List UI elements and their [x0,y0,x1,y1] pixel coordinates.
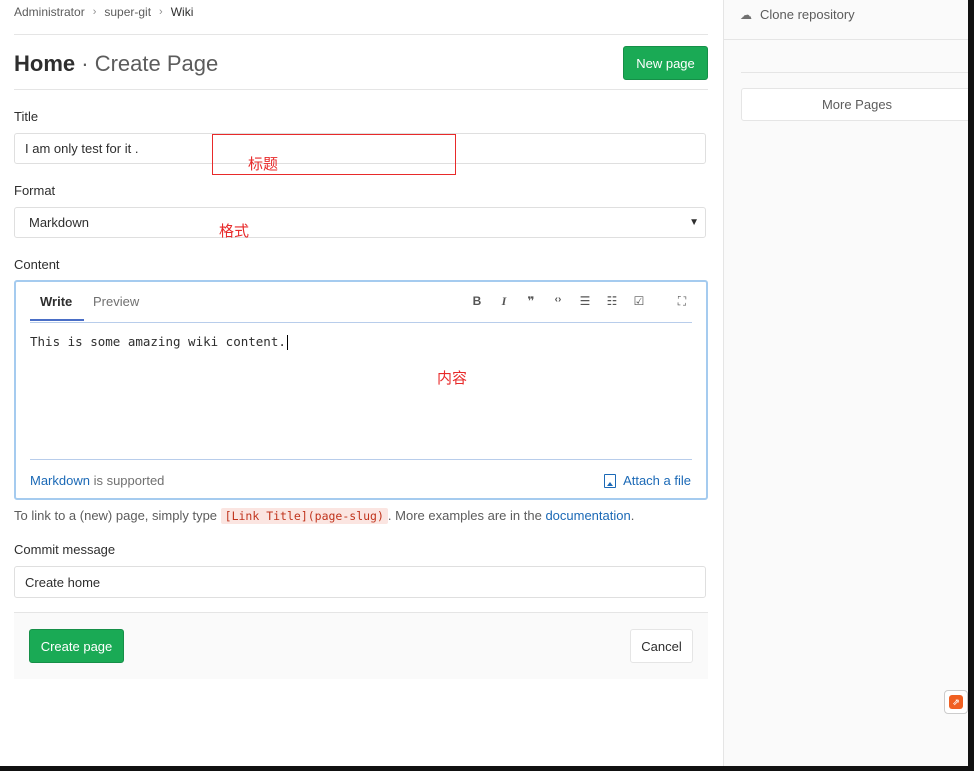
page-title: Home · Create Page [14,51,218,77]
form-actions: Create page Cancel [14,612,708,679]
cancel-button[interactable]: Cancel [630,629,693,663]
markdown-editor: Write Preview B I ❞ ‹› ☰ ☷ ☑ ⛶ This is s… [14,280,708,500]
more-pages-button[interactable]: More Pages [741,88,973,121]
documentation-link[interactable]: documentation [545,508,630,523]
new-page-button[interactable]: New page [623,46,708,80]
help-suffix: . [630,508,635,523]
window-edge [968,0,974,771]
markdown-link[interactable]: Markdown [30,473,90,488]
page-title-sub: · Create Page [81,51,219,76]
annotation-content: 内容 [437,369,468,387]
attach-file-button[interactable]: Attach a file [604,473,691,488]
title-input-value: I am only test for it . [25,141,139,156]
help-text: To link to a (new) page, simply type [Li… [14,508,635,524]
attach-file-label: Attach a file [623,473,691,488]
create-page-button[interactable]: Create page [29,629,124,663]
help-middle: . More examples are in the [387,508,546,523]
content-label: Content [14,257,60,272]
annotation-title: 标题 [248,155,279,173]
format-select[interactable]: Markdown ▼ [14,207,706,238]
commit-message-label: Commit message [14,542,116,557]
help-code: [Link Title](page-slug) [220,508,388,524]
supported-text: is supported [89,473,165,488]
commit-message-input[interactable]: Create home [14,566,706,598]
clone-repository-label: Clone repository [760,7,855,22]
divider [14,89,708,90]
bullet-list-icon[interactable]: ☰ [578,294,592,308]
help-prefix: To link to a (new) page, simply type [14,508,221,523]
annotation-format: 格式 [219,222,250,240]
format-select-value: Markdown [29,215,89,230]
numbered-list-icon[interactable]: ☷ [605,294,619,308]
bold-icon[interactable]: B [470,294,484,308]
active-tab-indicator [30,319,84,321]
clone-repository-link[interactable]: ☁ Clone repository [740,7,855,22]
text-cursor [286,335,288,350]
format-label: Format [14,183,56,198]
task-list-icon[interactable]: ☑ [632,294,646,308]
code-icon[interactable]: ‹› [551,294,565,305]
italic-icon[interactable]: I [497,294,511,309]
caret-down-icon: ▼ [689,217,699,228]
breadcrumb-item-wiki[interactable]: Wiki [171,5,194,19]
editor-divider [30,459,692,460]
divider [14,34,708,35]
wiki-sidebar: ☁ Clone repository More Pages [723,0,974,771]
divider [741,72,974,73]
breadcrumb: Administrator › super-git › Wiki [14,5,193,19]
editor-textarea[interactable]: This is some amazing wiki content. [30,334,288,350]
tab-preview[interactable]: Preview [93,294,139,309]
window-edge [0,766,974,771]
editor-content: This is some amazing wiki content. [30,334,286,349]
cloud-download-icon: ☁ [740,7,752,22]
commit-message-value: Create home [25,574,101,590]
breadcrumb-item-project[interactable]: super-git [104,5,151,19]
page-title-main: Home [14,51,76,76]
divider [724,39,974,40]
floating-app-icon[interactable]: ⇗ [944,690,968,714]
quote-icon[interactable]: ❞ [524,294,538,308]
breadcrumb-separator-icon: › [92,6,97,18]
fullscreen-icon[interactable]: ⛶ [675,294,689,309]
tab-write[interactable]: Write [40,294,72,309]
app-badge-icon: ⇗ [949,695,963,709]
image-icon [604,473,617,488]
title-label: Title [14,109,39,124]
editor-divider [30,322,692,323]
breadcrumb-separator-icon: › [159,6,163,18]
markdown-support-note: Markdown is supported [30,473,164,488]
breadcrumb-item-administrator[interactable]: Administrator [14,5,85,19]
